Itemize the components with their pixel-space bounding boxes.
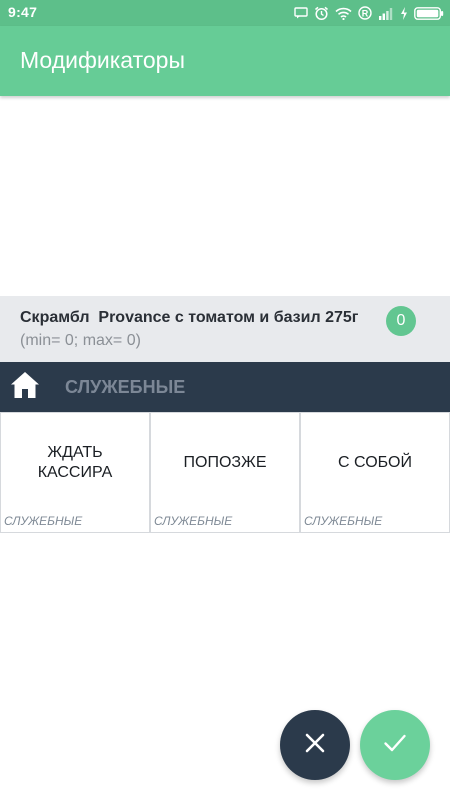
message-icon xyxy=(294,7,308,19)
app-bar: Модификаторы xyxy=(0,26,450,96)
category-bar: СЛУЖЕБНЫЕ xyxy=(0,362,450,412)
close-icon xyxy=(304,732,326,759)
modifier-category: СЛУЖЕБНЫЕ xyxy=(4,514,83,528)
status-time: 9:47 xyxy=(8,4,38,20)
home-button[interactable] xyxy=(8,370,42,404)
modifier-category: СЛУЖЕБНЫЕ xyxy=(304,514,383,528)
item-min-max: (min= 0; max= 0) xyxy=(20,332,141,349)
modifier-category: СЛУЖЕБНЫЕ xyxy=(154,514,233,528)
modifier-tile-wait-cashier[interactable]: ЖДАТЬ КАССИРА СЛУЖЕБНЫЕ xyxy=(0,412,150,533)
status-bar: 9:47 R xyxy=(0,0,450,26)
status-icons: R xyxy=(294,4,444,22)
registered-icon: R xyxy=(358,6,372,20)
page-title: Модификаторы xyxy=(20,47,185,73)
signal-icon xyxy=(378,7,394,20)
modifier-tile-takeaway[interactable]: С СОБОЙ СЛУЖЕБНЫЕ xyxy=(300,412,450,533)
svg-text:R: R xyxy=(362,8,369,18)
battery-icon xyxy=(414,6,444,20)
cancel-button[interactable] xyxy=(280,710,350,780)
item-count-badge: 0 xyxy=(386,306,416,336)
confirm-button[interactable] xyxy=(360,710,430,780)
modifier-label: ЖДАТЬ КАССИРА xyxy=(37,444,113,481)
category-title: СЛУЖЕБНЫЕ xyxy=(65,377,186,397)
modifier-tile-later[interactable]: ПОПОЗЖЕ СЛУЖЕБНЫЕ xyxy=(150,412,300,533)
home-icon xyxy=(9,370,41,405)
check-icon xyxy=(383,733,407,758)
modifiers-screen: 9:47 R Модификаторы Скрамбл Provance с т… xyxy=(0,0,450,800)
wifi-icon xyxy=(335,7,352,20)
modifier-label: С СОБОЙ xyxy=(338,454,412,471)
charging-icon xyxy=(400,6,408,20)
item-info-panel: Скрамбл Provance с томатом и базил 275г … xyxy=(0,296,450,362)
item-name: Скрамбл Provance с томатом и базил 275г xyxy=(20,309,359,326)
modifier-label: ПОПОЗЖЕ xyxy=(183,454,267,471)
alarm-icon xyxy=(314,6,329,21)
